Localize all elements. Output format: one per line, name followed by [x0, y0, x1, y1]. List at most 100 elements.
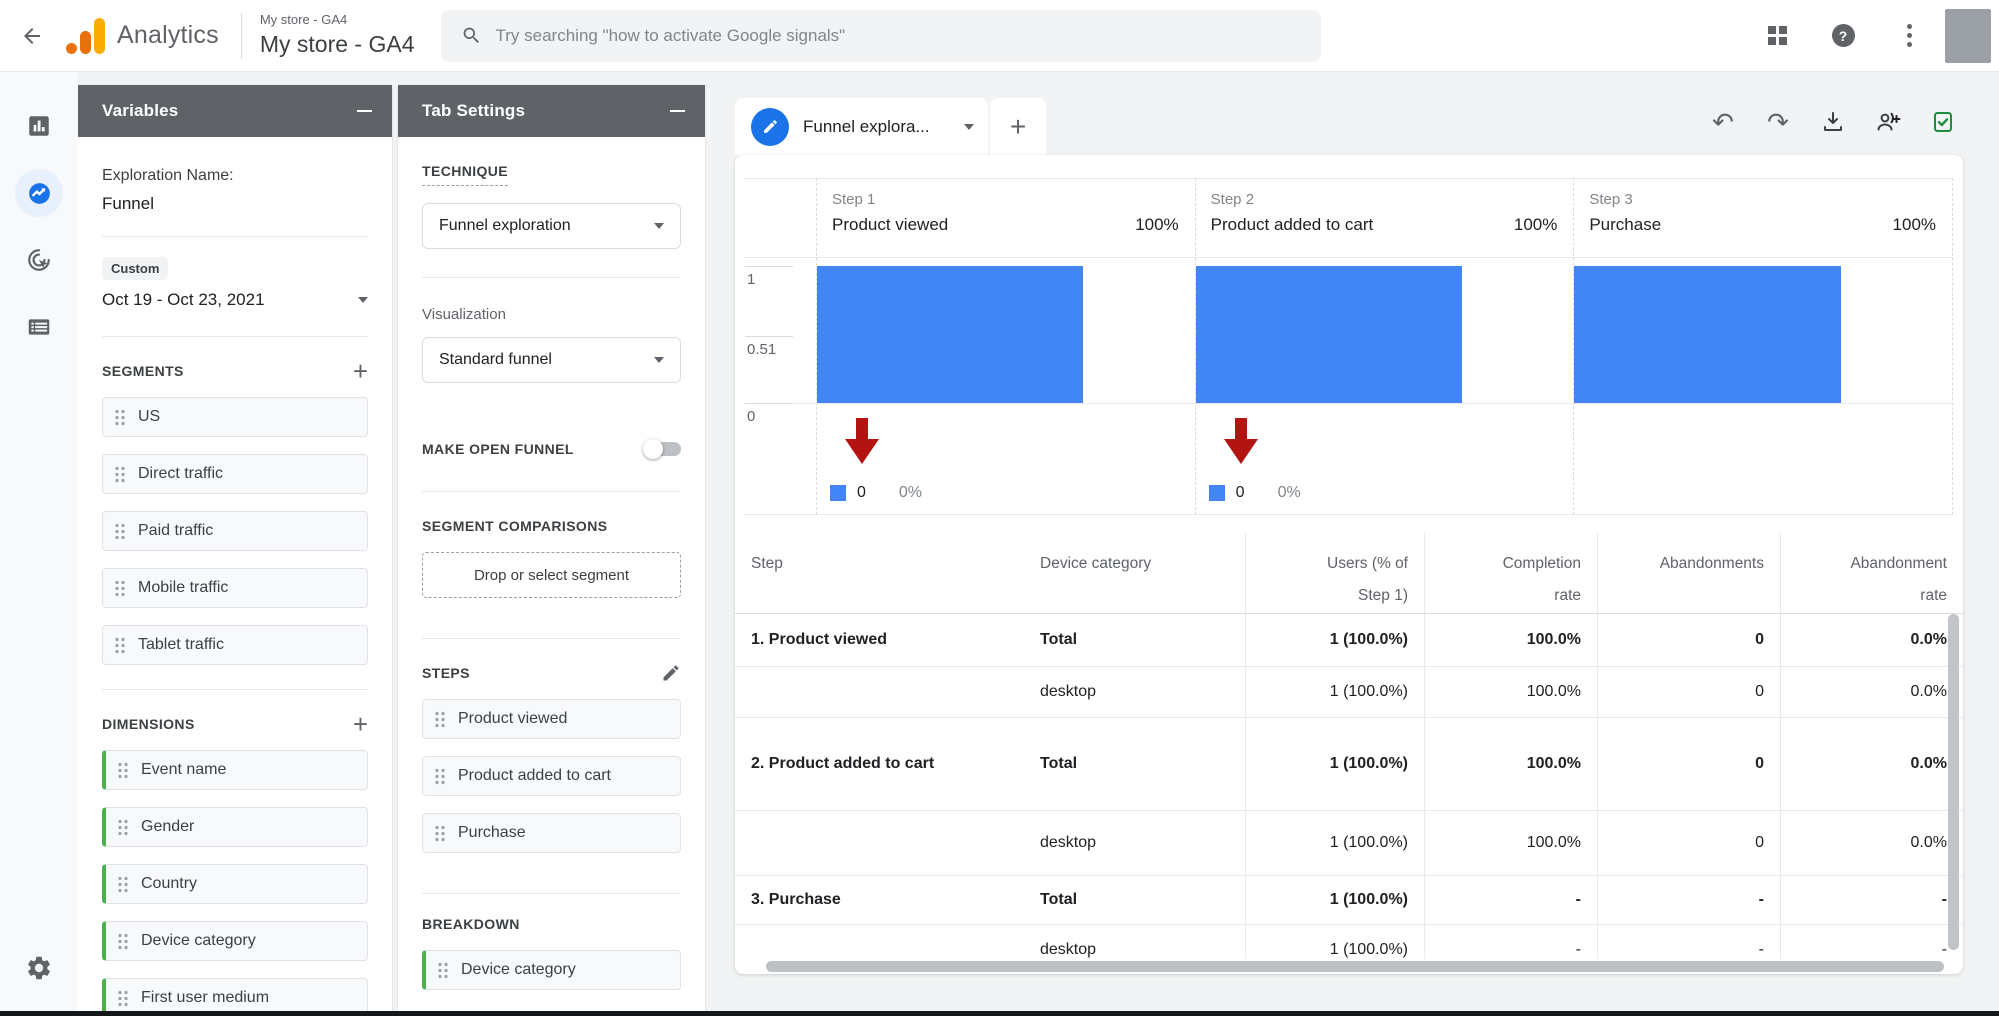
table-row[interactable]: 2. Product added to cartTotal1 (100.0%)1…: [735, 718, 1963, 811]
tab-settings-panel-header: Tab Settings: [398, 85, 705, 137]
table-header-cell[interactable]: Completion rate: [1424, 533, 1597, 613]
segment-drop-hint: Drop or select segment: [474, 567, 629, 584]
step-cell: [735, 811, 1024, 875]
funnel-step-chip[interactable]: Product viewed: [422, 699, 681, 739]
download-icon[interactable]: [1819, 108, 1847, 136]
step-completion-pct: 100%: [1893, 215, 1936, 235]
funnel-y-axis: 10.510: [735, 155, 816, 515]
drag-handle-icon: [435, 825, 445, 842]
table-row[interactable]: 1. Product viewedTotal1 (100.0%)100.0%00…: [735, 614, 1963, 667]
funnel-bar[interactable]: [817, 266, 1083, 403]
nav-configure-icon[interactable]: [15, 303, 63, 351]
steps-list: Product viewed Product added to cart Purch…: [422, 699, 681, 853]
completion-rate-cell: 100.0%: [1424, 614, 1597, 666]
table-row[interactable]: desktop1 (100.0%)100.0%00.0%: [735, 811, 1963, 876]
funnel-step-chip-label: Product added to cart: [458, 767, 611, 785]
date-range-picker[interactable]: Oct 19 - Oct 23, 2021: [102, 290, 368, 310]
nav-advertising-icon[interactable]: [15, 236, 63, 284]
property-switcher[interactable]: My store - GA4 My store - GA4: [260, 13, 415, 57]
dimension-chip[interactable]: Gender: [102, 807, 368, 847]
diagnostics-grid-icon[interactable]: [1759, 18, 1795, 54]
undo-icon[interactable]: ↶: [1709, 108, 1737, 136]
more-vertical-icon[interactable]: [1891, 18, 1927, 54]
table-row[interactable]: desktop1 (100.0%)100.0%00.0%: [735, 667, 1963, 718]
exploration-name-value[interactable]: Funnel: [102, 194, 368, 214]
table-body: 1. Product viewedTotal1 (100.0%)100.0%00…: [735, 614, 1963, 959]
table-header-cell[interactable]: Abandonment rate: [1780, 533, 1963, 613]
export-saved-icon[interactable]: [1929, 108, 1957, 136]
top-app-bar: Analytics My store - GA4 My store - GA4 …: [0, 0, 1999, 72]
abandonment-count: 0: [857, 484, 866, 502]
product-name: Analytics: [117, 21, 219, 50]
admin-gear-icon[interactable]: [15, 944, 63, 992]
segment-chip[interactable]: US: [102, 397, 368, 437]
variables-minimize-icon[interactable]: [357, 110, 372, 112]
y-axis-tick: [745, 403, 793, 404]
add-dimension-icon[interactable]: +: [353, 714, 368, 734]
table-header-cell[interactable]: Users (% of Step 1): [1245, 533, 1424, 613]
dimension-chip[interactable]: Device category: [102, 921, 368, 961]
step-name: Product viewed: [832, 215, 948, 235]
breakdown-list: Device category: [422, 950, 681, 990]
variables-panel: Variables Exploration Name: Funnel Custo…: [78, 85, 392, 1016]
horizontal-scrollbar[interactable]: [766, 961, 1944, 972]
segment-chip-label: Mobile traffic: [138, 579, 228, 597]
funnel-step-chip[interactable]: Product added to cart: [422, 756, 681, 796]
search-icon: [461, 25, 482, 46]
segment-chip[interactable]: Paid traffic: [102, 511, 368, 551]
step-cell: 2. Product added to cart: [735, 718, 1024, 810]
share-users-icon[interactable]: [1874, 108, 1902, 136]
dimension-chip[interactable]: Event name: [102, 750, 368, 790]
table-row[interactable]: desktop1 (100.0%)---: [735, 925, 1963, 959]
search-input[interactable]: [496, 26, 1301, 46]
explore-workspace: Variables Exploration Name: Funnel Custo…: [78, 72, 1999, 1016]
open-funnel-toggle[interactable]: [645, 442, 681, 456]
edit-tab-pencil-icon: [751, 108, 789, 146]
tab-settings-title: Tab Settings: [422, 101, 525, 121]
table-row[interactable]: 3. PurchaseTotal1 (100.0%)---: [735, 876, 1963, 925]
funnel-bar[interactable]: [1574, 266, 1840, 403]
add-segment-icon[interactable]: +: [353, 361, 368, 381]
funnel-exploration-tab[interactable]: Funnel explora...: [735, 98, 988, 155]
funnel-step-chip[interactable]: Purchase: [422, 813, 681, 853]
tab-settings-minimize-icon[interactable]: [670, 110, 685, 112]
abandonments-cell: 0: [1597, 718, 1780, 810]
users-cell: 1 (100.0%): [1245, 925, 1424, 959]
y-axis-label: 0.51: [747, 341, 776, 358]
step-cell: [735, 667, 1024, 717]
device-cell: Total: [1024, 876, 1245, 924]
help-icon[interactable]: ?: [1825, 18, 1861, 54]
segment-drop-zone[interactable]: Drop or select segment: [422, 552, 681, 598]
nav-explore-icon[interactable]: [15, 169, 63, 217]
dimension-chip[interactable]: Country: [102, 864, 368, 904]
variables-panel-header: Variables: [78, 85, 392, 137]
analytics-logo-icon[interactable]: [66, 18, 105, 54]
users-cell: 1 (100.0%): [1245, 614, 1424, 666]
funnel-card: 10.510 Step 1 Product viewed 100% 00% Step 2…: [735, 155, 1963, 974]
vertical-scrollbar[interactable]: [1948, 614, 1959, 950]
funnel-bar[interactable]: [1196, 266, 1462, 403]
segment-chip[interactable]: Tablet traffic: [102, 625, 368, 665]
breakdown-chip[interactable]: Device category: [422, 950, 681, 990]
variables-title: Variables: [102, 101, 178, 121]
dimension-chip-label: Country: [141, 875, 197, 893]
redo-icon[interactable]: ↷: [1764, 108, 1792, 136]
table-header-cell[interactable]: Device category: [1024, 533, 1245, 613]
technique-select[interactable]: Funnel exploration: [422, 203, 681, 249]
step-label: Step 3: [1589, 191, 1936, 208]
visualization-select[interactable]: Standard funnel: [422, 337, 681, 383]
edit-steps-pencil-icon[interactable]: [661, 663, 681, 683]
table-header-cell[interactable]: Step: [735, 533, 1024, 613]
step-cell: 1. Product viewed: [735, 614, 1024, 666]
segment-chip[interactable]: Direct traffic: [102, 454, 368, 494]
table-header-cell[interactable]: Abandonments: [1597, 533, 1780, 613]
abandonment-legend: 00%: [1209, 484, 1301, 502]
nav-reports-icon[interactable]: [15, 102, 63, 150]
back-arrow-icon[interactable]: [12, 16, 52, 56]
segment-chip[interactable]: Mobile traffic: [102, 568, 368, 608]
user-avatar[interactable]: [1945, 9, 1991, 63]
step-label: Step 1: [832, 191, 1179, 208]
global-search[interactable]: [441, 10, 1321, 62]
add-tab-button[interactable]: +: [990, 98, 1046, 155]
technique-label: TECHNIQUE: [422, 163, 508, 186]
